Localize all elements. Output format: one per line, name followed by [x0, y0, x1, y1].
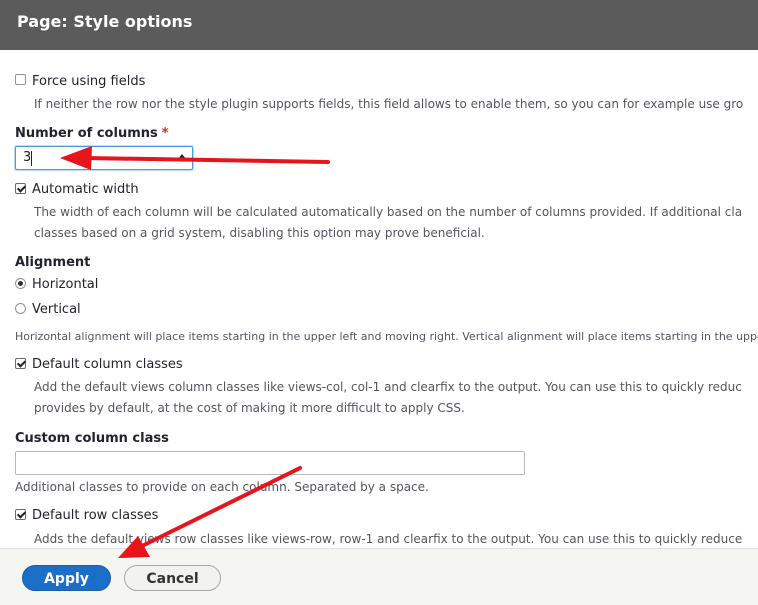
spin-up-icon[interactable] — [176, 151, 188, 165]
columns-number-input[interactable]: 3 — [15, 146, 193, 170]
default-column-classes-description-2: provides by default, at the cost of maki… — [34, 401, 465, 415]
cancel-button[interactable]: Cancel — [124, 565, 221, 591]
default-column-classes-description-1: Add the default views column classes lik… — [34, 380, 742, 394]
custom-column-class-input[interactable] — [15, 451, 525, 475]
dialog-titlebar: Page: Style options — [0, 0, 758, 50]
custom-column-class-label: Custom column class — [15, 431, 169, 446]
automatic-width-description-1: The width of each column will be calcula… — [34, 205, 743, 219]
alignment-label: Alignment — [15, 255, 91, 270]
alignment-description: Horizontal alignment will place items st… — [15, 330, 758, 343]
default-column-classes-checkbox[interactable] — [15, 358, 26, 369]
custom-column-class-description: Additional classes to provide on each co… — [15, 480, 429, 494]
default-row-classes-checkbox[interactable] — [15, 509, 26, 520]
text-caret — [31, 151, 32, 166]
required-marker: * — [161, 126, 169, 141]
dialog-footer: Apply Cancel — [0, 548, 758, 605]
columns-label: Number of columns * — [15, 126, 169, 141]
dialog-content: Force using fields If neither the row no… — [0, 50, 758, 548]
dialog-title: Page: Style options — [17, 12, 193, 31]
force-fields-checkbox[interactable] — [15, 74, 26, 85]
alignment-vertical-radio[interactable] — [15, 303, 26, 314]
default-row-classes-label: Default row classes — [32, 508, 159, 523]
apply-button[interactable]: Apply — [22, 565, 111, 591]
force-fields-description: If neither the row nor the style plugin … — [34, 97, 744, 111]
alignment-vertical-label: Vertical — [32, 302, 81, 317]
alignment-horizontal-radio[interactable] — [15, 278, 26, 289]
default-column-classes-label: Default column classes — [32, 357, 183, 372]
force-fields-label: Force using fields — [32, 74, 146, 89]
automatic-width-label: Automatic width — [32, 182, 139, 197]
automatic-width-checkbox[interactable] — [15, 183, 26, 194]
alignment-horizontal-label: Horizontal — [32, 277, 99, 292]
default-row-classes-description: Adds the default views row classes like … — [34, 532, 743, 546]
automatic-width-description-2: classes based on a grid system, disablin… — [34, 226, 485, 240]
